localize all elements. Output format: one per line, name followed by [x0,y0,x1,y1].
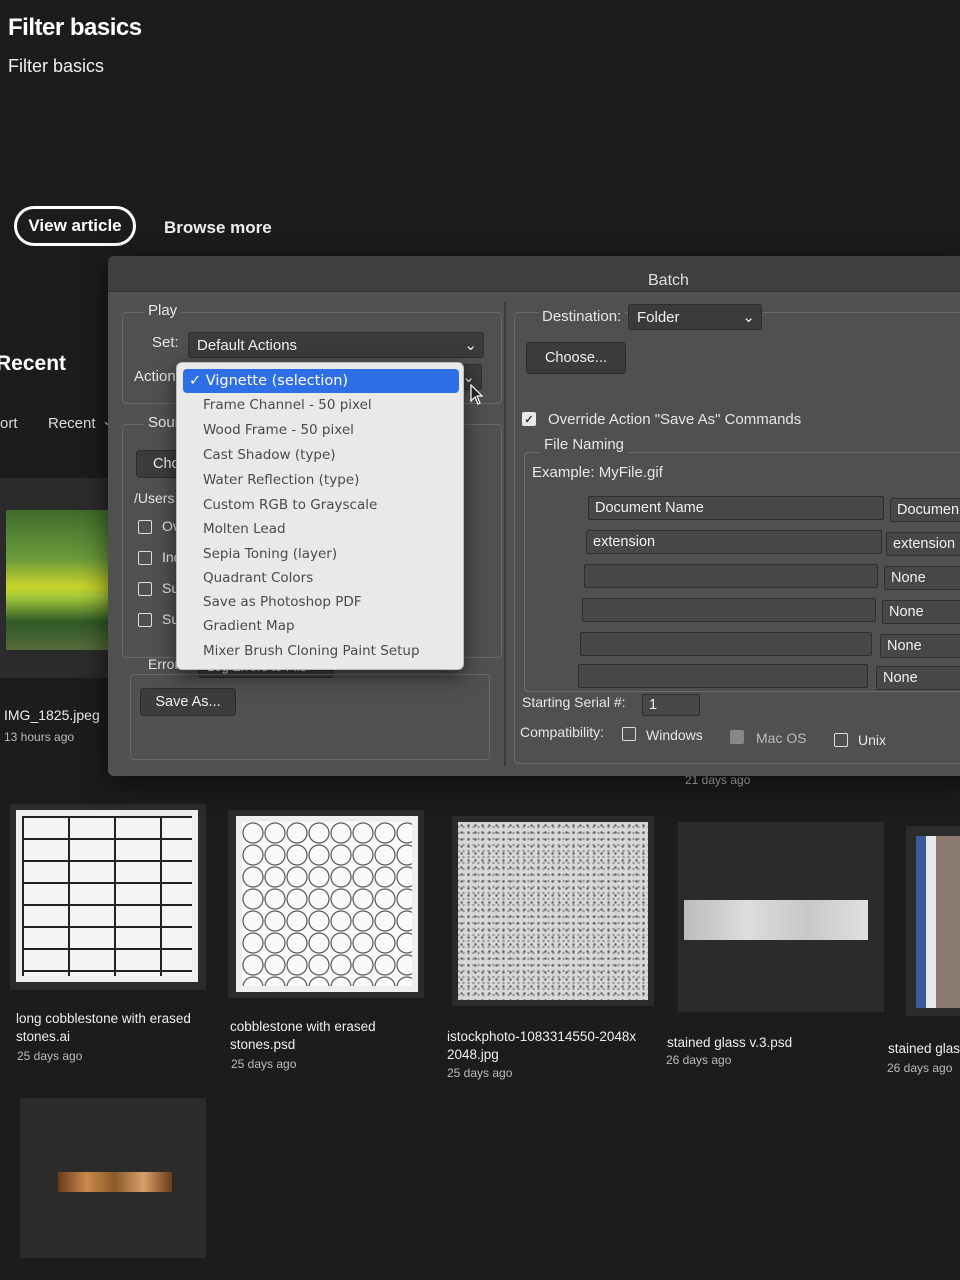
dialog-divider [504,302,506,766]
file-name: stained glass v.3.psd [667,1035,793,1050]
destination-choose-button[interactable]: Choose... [526,342,626,374]
macos-label: Mac OS [756,730,807,746]
menu-item[interactable]: Gradient Map [203,618,295,634]
file-name: istockphoto-1083314550-2048x 2048.jpg [447,1029,637,1062]
naming-select-4[interactable]: None [882,600,960,624]
compat-label: Compatibility: [520,724,605,740]
file-name: stained glas [888,1041,960,1056]
serial-label: Starting Serial #: [522,694,626,710]
naming-select-3[interactable]: None [884,566,960,590]
page-subtitle: Filter basics [8,56,105,76]
naming-select-2[interactable]: extension [886,532,960,556]
source-path: /Users [134,490,175,506]
windows-label: Windows [646,727,703,743]
screenshot-thumbnail [916,836,960,1008]
play-label: Play [144,302,182,319]
naming-select-6[interactable]: None [876,666,960,690]
set-value: Default Actions [197,336,298,354]
menu-item[interactable]: Mixer Brush Cloning Paint Setup [203,643,420,659]
menu-item[interactable]: Molten Lead [203,521,286,537]
menu-item[interactable]: Wood Frame - 50 pixel [203,422,354,438]
naming-field-2[interactable]: extension [586,530,882,554]
sort-label: ort [0,415,18,432]
suppress-color-checkbox[interactable] [138,613,152,627]
include-subfolders-checkbox[interactable] [138,551,152,565]
menu-item-selected[interactable]: ✓ Vignette (selection) [183,369,459,393]
errors-group [130,674,490,760]
menu-item[interactable]: Sepia Toning (layer) [203,546,337,562]
file-name: long cobblestone with erased stones.ai [16,1011,191,1044]
action-label: Action [134,368,176,385]
garden-photo-thumbnail [6,510,114,650]
file-date: 26 days ago [887,1061,953,1075]
save-as-button[interactable]: Save As... [140,688,236,716]
set-select[interactable]: Default Actions ⌄ [188,332,484,358]
set-label: Set: [152,334,179,351]
menu-item[interactable]: Save as Photoshop PDF [203,594,362,610]
naming-field-4[interactable] [582,598,876,622]
file-naming-label: File Naming [540,436,629,453]
cobblestone-thumbnail [236,816,418,992]
text-banner-thumbnail [58,1172,172,1192]
suppress-open-checkbox[interactable] [138,582,152,596]
chevron-down-icon: ⌄ [464,337,477,354]
unix-label: Unix [858,732,887,748]
file-date: 26 days ago [666,1053,732,1067]
serial-input[interactable]: 1 [642,694,700,716]
dialog-titlebar[interactable] [108,256,960,292]
view-article-button[interactable]: View article [14,206,136,246]
stone-wall-thumbnail [16,810,198,982]
unix-checkbox[interactable] [834,733,848,747]
dialog-title: Batch [648,272,689,289]
action-dropdown-menu: ✓ Vignette (selection) Frame Channel - 5… [176,362,464,670]
crackle-texture-thumbnail [458,822,648,1000]
page-title: Filter basics [8,14,142,41]
naming-field-6[interactable] [578,664,868,688]
browse-more-link[interactable]: Browse more [164,218,272,238]
destination-label: Destination: [538,308,626,325]
naming-field-1[interactable]: Document Name [588,496,884,520]
recent-heading: Recent [0,352,67,375]
destination-select[interactable]: Folder ⌄ [628,304,762,330]
file-date: 25 days ago [17,1049,83,1063]
windows-checkbox[interactable] [622,727,636,741]
menu-item[interactable]: Frame Channel - 50 pixel [203,397,372,413]
example-text: Example: MyFile.gif [532,464,663,481]
naming-field-5[interactable] [580,632,872,656]
naming-select-5[interactable]: None [880,634,960,658]
macos-checkbox[interactable] [730,730,744,744]
menu-item[interactable]: Quadrant Colors [203,570,313,586]
cursor-icon [470,384,484,405]
override-open-checkbox[interactable] [138,520,152,534]
menu-item[interactable]: Custom RGB to Grayscale [203,497,377,513]
file-date: 25 days ago [231,1057,297,1071]
file-date: 25 days ago [447,1066,513,1080]
file-name: IMG_1825.jpeg [4,707,100,723]
override-save-as-checkbox[interactable]: ✓ [522,412,536,426]
stained-glass-thumbnail [684,900,868,940]
menu-item[interactable]: Water Reflection (type) [203,472,359,488]
sort-dropdown[interactable]: Recent [48,415,96,432]
override-save-as-label: Override Action "Save As" Commands [548,411,802,428]
naming-select-1[interactable]: Documen [890,498,960,522]
file-name: cobblestone with erased stones.psd [230,1019,376,1052]
naming-field-3[interactable] [584,564,878,588]
file-date: 13 hours ago [4,730,75,744]
chevron-down-icon: ⌄ [742,309,755,326]
menu-item[interactable]: Cast Shadow (type) [203,447,336,463]
